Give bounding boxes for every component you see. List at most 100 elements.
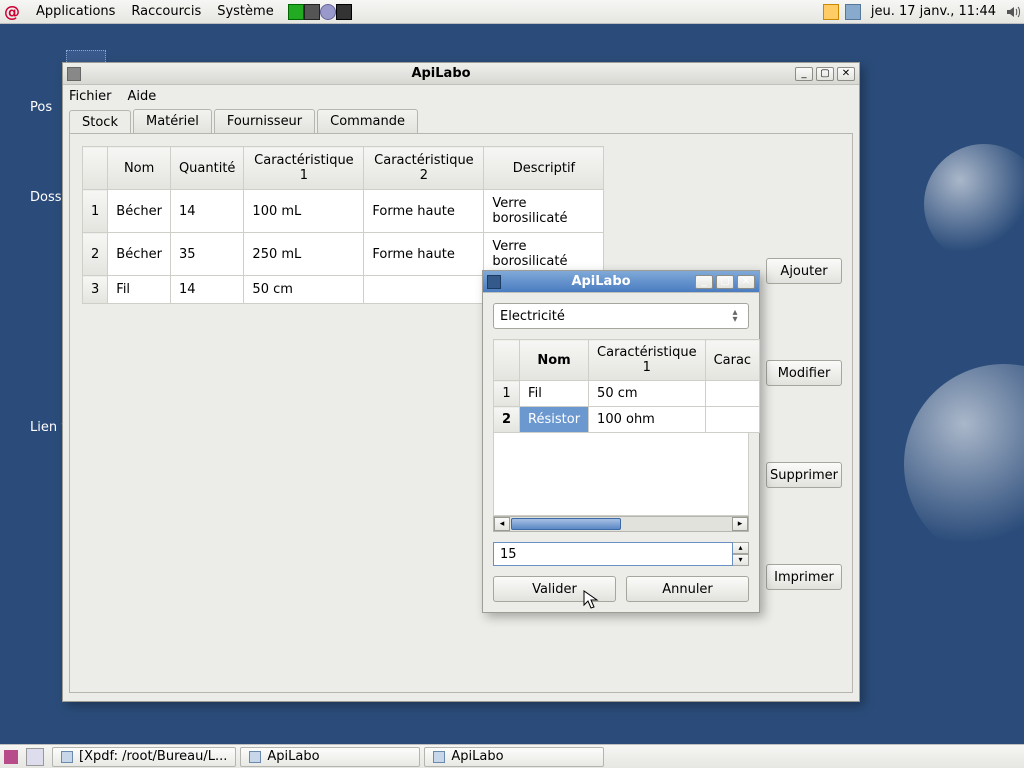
- desktop-icon-label: Doss: [30, 190, 62, 205]
- cell-c2[interactable]: [364, 276, 484, 304]
- cell-rownum: 3: [83, 276, 108, 304]
- col-carac1[interactable]: Caractéristique 1: [244, 147, 364, 190]
- dlg-col-nom[interactable]: Nom: [520, 340, 589, 381]
- maximize-button[interactable]: ▢: [716, 275, 734, 289]
- cell-c1[interactable]: 250 mL: [244, 233, 364, 276]
- valider-button[interactable]: Valider: [493, 576, 616, 602]
- col-quantite[interactable]: Quantité: [170, 147, 243, 190]
- minimize-button[interactable]: _: [795, 67, 813, 81]
- dialog-table[interactable]: Nom Caractéristique 1 Carac 1Fil50 cm2Ré…: [493, 339, 760, 433]
- modifier-button[interactable]: Modifier: [766, 360, 842, 386]
- imprimer-button[interactable]: Imprimer: [766, 564, 842, 590]
- main-title: ApiLabo: [87, 66, 795, 81]
- applications-menu[interactable]: Applications: [28, 4, 123, 19]
- systeme-menu[interactable]: Système: [209, 4, 281, 19]
- supprimer-button[interactable]: Supprimer: [766, 462, 842, 488]
- clock[interactable]: jeu. 17 janv., 11:44: [867, 4, 1000, 19]
- table-row[interactable]: 1Fil50 cm: [494, 381, 760, 407]
- panel-launcher-icon[interactable]: [4, 750, 18, 764]
- col-rownum[interactable]: [83, 147, 108, 190]
- raccourcis-menu[interactable]: Raccourcis: [123, 4, 209, 19]
- menu-fichier[interactable]: Fichier: [69, 89, 112, 104]
- cell-desc[interactable]: Verre borosilicaté: [484, 190, 604, 233]
- col-descriptif[interactable]: Descriptif: [484, 147, 604, 190]
- annuler-button[interactable]: Annuler: [626, 576, 749, 602]
- cell-rownum: 2: [494, 407, 520, 433]
- cell-nom[interactable]: Fil: [108, 276, 171, 304]
- tray-icon[interactable]: [823, 4, 839, 20]
- task-label: ApiLabo: [451, 749, 503, 764]
- cell-c2[interactable]: [705, 407, 760, 433]
- desktop-icon-label: Pos: [30, 100, 52, 115]
- col-carac2[interactable]: Caractéristique 2: [364, 147, 484, 190]
- dlg-col-rownum[interactable]: [494, 340, 520, 381]
- task-apilabo-2[interactable]: ApiLabo: [424, 747, 604, 767]
- cell-nom[interactable]: Bécher: [108, 190, 171, 233]
- cell-c2[interactable]: [705, 381, 760, 407]
- task-xpdf[interactable]: [Xpdf: /root/Bureau/L...: [52, 747, 236, 767]
- app-icon: [67, 67, 81, 81]
- panel-applet-icon[interactable]: [288, 4, 304, 20]
- dialog-titlebar[interactable]: ApiLabo _ ▢ ✕: [483, 271, 759, 293]
- combo-spinner-icon: ▴▾: [728, 309, 742, 323]
- panel-applet-icon[interactable]: [336, 4, 352, 20]
- task-apilabo-1[interactable]: ApiLabo: [240, 747, 420, 767]
- cell-qte[interactable]: 14: [170, 190, 243, 233]
- spin-up-button[interactable]: ▴: [733, 542, 749, 554]
- ajouter-button[interactable]: Ajouter: [766, 258, 842, 284]
- cell-c1[interactable]: 50 cm: [244, 276, 364, 304]
- cell-c1[interactable]: 100 ohm: [589, 407, 706, 433]
- tabstrip: Stock Matériel Fournisseur Commande: [63, 109, 859, 133]
- dialog-hscrollbar[interactable]: ◂ ▸: [493, 516, 749, 532]
- tab-fournisseur[interactable]: Fournisseur: [214, 109, 315, 133]
- dialog-table-empty-area: [493, 433, 749, 515]
- scroll-right-button[interactable]: ▸: [732, 517, 748, 531]
- maximize-button[interactable]: ▢: [816, 67, 834, 81]
- tab-materiel[interactable]: Matériel: [133, 109, 212, 133]
- dlg-col-carac1[interactable]: Caractéristique 1: [589, 340, 706, 381]
- dlg-col-carac2-truncated[interactable]: Carac: [705, 340, 760, 381]
- cell-nom[interactable]: Bécher: [108, 233, 171, 276]
- panel-applet-icon[interactable]: [320, 4, 336, 20]
- table-row[interactable]: 1Bécher14100 mLForme hauteVerre borosili…: [83, 190, 604, 233]
- cell-qte[interactable]: 35: [170, 233, 243, 276]
- table-row[interactable]: 2Résistor100 ohm: [494, 407, 760, 433]
- category-value: Electricité: [500, 309, 565, 324]
- scroll-left-button[interactable]: ◂: [494, 517, 510, 531]
- quantity-input[interactable]: [493, 542, 733, 566]
- main-titlebar[interactable]: ApiLabo _ ▢ ✕: [63, 63, 859, 85]
- desktop-wallpaper-bubbles: [864, 24, 1024, 744]
- show-desktop-button[interactable]: [26, 748, 44, 766]
- cell-rownum: 1: [83, 190, 108, 233]
- gnome-bottom-panel: [Xpdf: /root/Bureau/L... ApiLabo ApiLabo: [0, 744, 1024, 768]
- task-icon: [61, 751, 73, 763]
- cell-nom[interactable]: Fil: [520, 381, 589, 407]
- quantity-spinbox[interactable]: ▴ ▾: [493, 542, 749, 566]
- task-label: [Xpdf: /root/Bureau/L...: [79, 749, 227, 764]
- cell-nom[interactable]: Résistor: [520, 407, 589, 433]
- col-nom[interactable]: Nom: [108, 147, 171, 190]
- minimize-button[interactable]: _: [695, 275, 713, 289]
- tab-stock[interactable]: Stock: [69, 110, 131, 134]
- gnome-top-panel: @ Applications Raccourcis Système jeu. 1…: [0, 0, 1024, 24]
- close-button[interactable]: ✕: [837, 67, 855, 81]
- menu-aide[interactable]: Aide: [128, 89, 157, 104]
- menubar: Fichier Aide: [63, 85, 859, 107]
- spin-down-button[interactable]: ▾: [733, 554, 749, 566]
- scroll-thumb[interactable]: [511, 518, 621, 530]
- volume-icon[interactable]: [1006, 5, 1020, 19]
- panel-applet-icon[interactable]: [304, 4, 320, 20]
- dialog-title: ApiLabo: [507, 274, 695, 289]
- cell-rownum: 1: [494, 381, 520, 407]
- cell-c2[interactable]: Forme haute: [364, 190, 484, 233]
- tab-commande[interactable]: Commande: [317, 109, 418, 133]
- category-combo[interactable]: Electricité ▴▾: [493, 303, 749, 329]
- cell-c2[interactable]: Forme haute: [364, 233, 484, 276]
- apilabo-dialog-window: ApiLabo _ ▢ ✕ Electricité ▴▾ Nom Caracté…: [482, 270, 760, 613]
- close-button[interactable]: ✕: [737, 275, 755, 289]
- cell-qte[interactable]: 14: [170, 276, 243, 304]
- network-icon[interactable]: [845, 4, 861, 20]
- cell-c1[interactable]: 100 mL: [244, 190, 364, 233]
- cell-rownum: 2: [83, 233, 108, 276]
- cell-c1[interactable]: 50 cm: [589, 381, 706, 407]
